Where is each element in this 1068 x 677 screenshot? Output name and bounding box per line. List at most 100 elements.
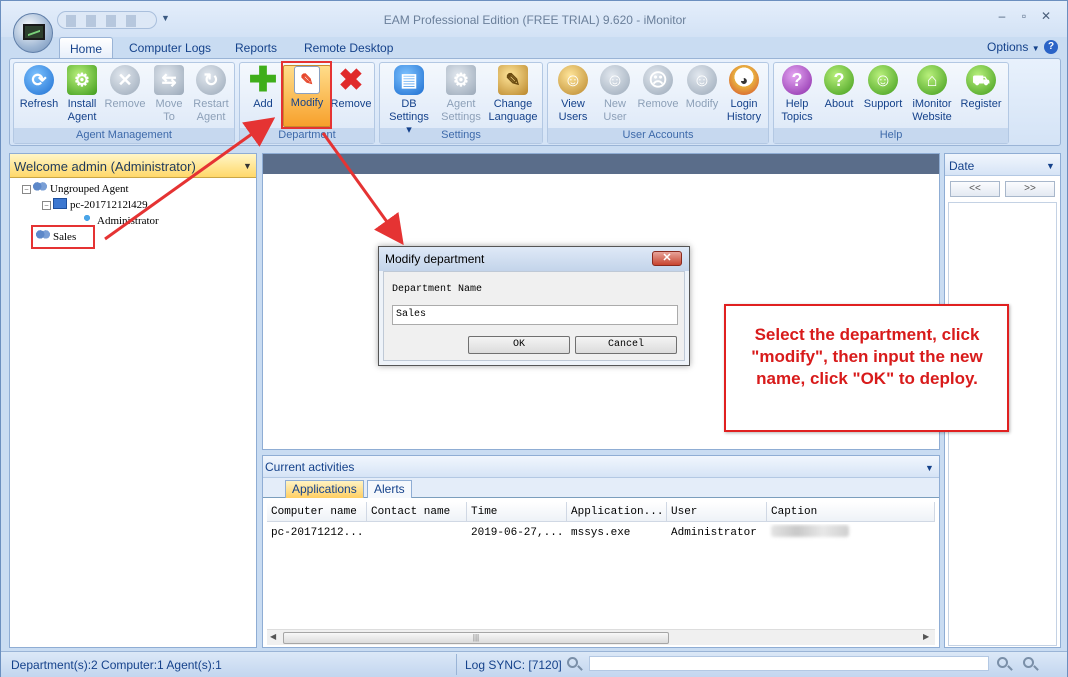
- highlight-modify: [281, 61, 332, 129]
- button-label: To: [163, 111, 175, 123]
- move-to-button[interactable]: ⇆ Move To: [147, 65, 191, 124]
- help-topics-button[interactable]: ? Help Topics: [775, 65, 819, 124]
- search-input[interactable]: [589, 656, 989, 671]
- tab-computer-logs[interactable]: Computer Logs: [119, 37, 221, 59]
- collapse-icon[interactable]: −: [42, 201, 51, 210]
- computer-icon: [53, 198, 67, 209]
- button-label: Login: [730, 98, 758, 110]
- support-person-icon: ☺: [868, 65, 898, 95]
- table-cell[interactable]: 2019-06-27,...: [467, 524, 567, 542]
- chevron-down-icon[interactable]: ▼: [925, 463, 934, 473]
- login-history-icon: ◕: [729, 65, 759, 95]
- register-button[interactable]: ⛟ Register: [957, 65, 1005, 111]
- scroll-thumb[interactable]: |||: [283, 632, 669, 644]
- tab-applications[interactable]: Applications: [285, 480, 364, 498]
- button-label: User: [603, 111, 627, 123]
- tab-reports[interactable]: Reports: [225, 37, 287, 59]
- tree-label: Ungrouped Agent: [50, 183, 129, 195]
- tree-label: pc-20171212l429: [70, 199, 148, 211]
- scroll-right-icon[interactable]: ▶: [923, 632, 929, 641]
- agent-settings-button[interactable]: ⚙ Agent Settings: [439, 65, 483, 124]
- support-button[interactable]: ☺ Support: [861, 65, 905, 111]
- table-cell[interactable]: Administrator: [667, 524, 767, 542]
- monitor-icon: [23, 24, 45, 40]
- remove-agent-button[interactable]: ✕ Remove: [103, 65, 147, 111]
- welcome-text: Welcome admin (Administrator): [14, 159, 196, 174]
- button-label: Change: [493, 98, 533, 110]
- table-cell[interactable]: mssys.exe: [567, 524, 667, 542]
- add-department-button[interactable]: ✚ Add: [241, 63, 285, 111]
- button-label: History: [726, 111, 762, 123]
- previous-button[interactable]: <<: [950, 181, 1000, 197]
- tree-node-ungrouped[interactable]: − Ungrouped Agent: [22, 182, 129, 195]
- next-button[interactable]: >>: [1005, 181, 1055, 197]
- move-icon: ⇆: [154, 65, 184, 95]
- modify-department-dialog: Modify department ✕ Department Name Sale…: [378, 246, 690, 366]
- department-name-input[interactable]: Sales: [392, 305, 678, 325]
- ok-button[interactable]: OK: [468, 336, 570, 354]
- button-label: Help: [785, 98, 809, 110]
- activities-table: Computer name Contact name Time Applicat…: [267, 502, 935, 626]
- close-button[interactable]: ✕: [1035, 9, 1057, 23]
- group-label: User Accounts: [548, 128, 768, 143]
- install-agent-icon: ⚙: [67, 65, 97, 95]
- login-history-button[interactable]: ◕ Login History: [722, 65, 766, 124]
- window-title: EAM Professional Edition (FREE TRIAL) 9.…: [383, 13, 687, 27]
- button-label: Remove: [104, 98, 146, 110]
- scroll-left-icon[interactable]: ◀: [270, 632, 276, 641]
- highlight-sales: [31, 225, 95, 249]
- refresh-button[interactable]: ⟳ Refresh: [17, 65, 61, 111]
- column-header[interactable]: Contact name: [367, 502, 467, 522]
- about-button[interactable]: ? About: [817, 65, 861, 111]
- db-settings-button[interactable]: ▤ DB Settings ▾: [385, 65, 433, 137]
- column-header[interactable]: Time: [467, 502, 567, 522]
- search-icon[interactable]: [567, 657, 581, 671]
- help-icon[interactable]: ?: [1044, 40, 1058, 54]
- status-counts: Department(s):2 Computer:1 Agent(s):1: [11, 658, 222, 672]
- change-language-button[interactable]: ✎ Change Language: [487, 65, 539, 124]
- activities-title: Current activities: [265, 460, 355, 474]
- imonitor-website-button[interactable]: ⌂ iMonitor Website: [907, 65, 957, 124]
- remove-department-button[interactable]: ✖ Remove: [329, 65, 373, 111]
- database-icon: ▤: [394, 65, 424, 95]
- options-menu[interactable]: Options ▼: [987, 40, 1040, 54]
- install-agent-button[interactable]: ⚙ Install Agent: [60, 65, 104, 124]
- modify-user-button[interactable]: ☺ Modify: [680, 65, 724, 111]
- new-user-button[interactable]: ☺ New User: [593, 65, 637, 124]
- department-name-label: Department Name: [392, 284, 483, 295]
- column-header[interactable]: Caption: [767, 502, 935, 522]
- maximize-button[interactable]: ▫: [1013, 9, 1035, 23]
- tab-home[interactable]: Home: [59, 37, 114, 59]
- zoom-out-icon[interactable]: [1023, 657, 1037, 671]
- chevron-down-icon[interactable]: ▼: [243, 161, 252, 171]
- cart-icon: ⛟: [966, 65, 996, 95]
- view-users-button[interactable]: ☺ View Users: [551, 65, 595, 124]
- button-label: View: [561, 98, 585, 110]
- minimize-button[interactable]: –: [991, 9, 1013, 23]
- table-cell-caption[interactable]: [767, 524, 935, 542]
- help-question-icon: ?: [782, 65, 812, 95]
- button-label: Refresh: [19, 98, 59, 110]
- chevron-down-icon: ▼: [1031, 44, 1040, 53]
- button-label: Topics: [781, 111, 813, 123]
- tree-node-pc[interactable]: − pc-20171212l429: [42, 198, 148, 211]
- tab-remote-desktop[interactable]: Remote Desktop: [294, 37, 403, 59]
- app-menu-button[interactable]: [13, 13, 53, 53]
- table-cell[interactable]: [367, 524, 467, 542]
- users-icon: ☺: [558, 65, 588, 95]
- button-label: iMonitor: [912, 98, 952, 110]
- cancel-button[interactable]: Cancel: [575, 336, 677, 354]
- column-header[interactable]: User: [667, 502, 767, 522]
- chevron-down-icon[interactable]: ▼: [1046, 161, 1055, 171]
- zoom-in-icon[interactable]: [997, 657, 1011, 671]
- column-header[interactable]: Computer name: [267, 502, 367, 522]
- panel-header: [263, 456, 939, 478]
- column-header[interactable]: Application...: [567, 502, 667, 522]
- restart-agent-button[interactable]: ↻ Restart Agent: [189, 65, 233, 124]
- table-cell[interactable]: pc-20171212...: [267, 524, 367, 542]
- horizontal-scrollbar[interactable]: ◀ ||| ▶: [267, 629, 935, 645]
- remove-user-button[interactable]: ☹ Remove: [636, 65, 680, 111]
- collapse-icon[interactable]: −: [22, 185, 31, 194]
- tab-alerts[interactable]: Alerts: [367, 480, 412, 498]
- close-icon[interactable]: ✕: [652, 251, 682, 266]
